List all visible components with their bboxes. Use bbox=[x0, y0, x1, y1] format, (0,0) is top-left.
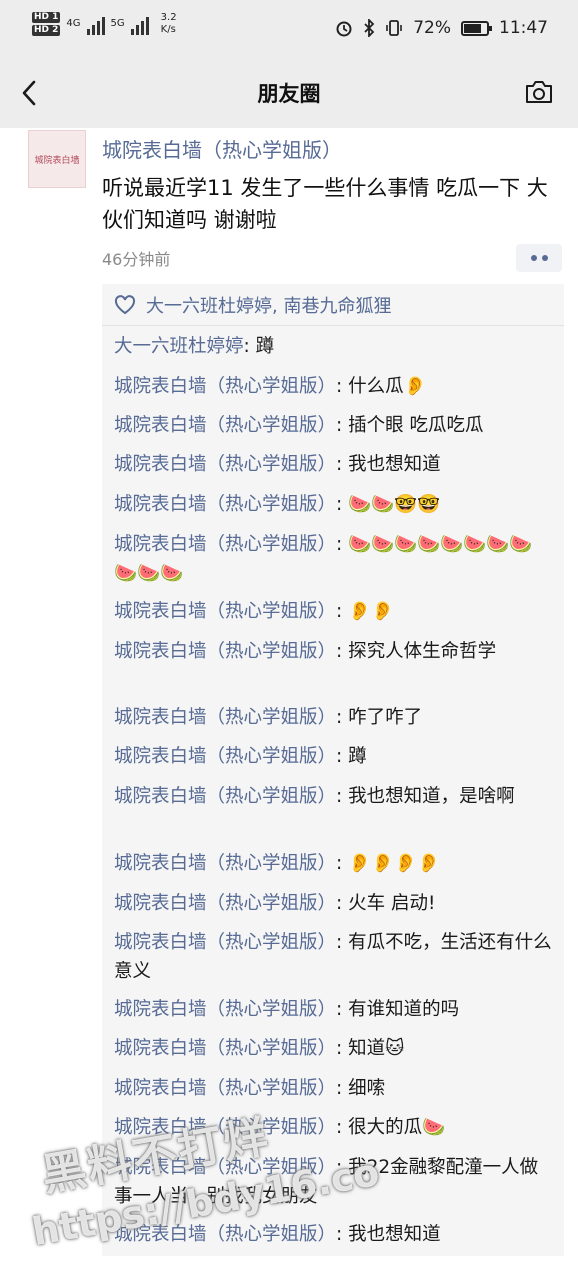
comment-text: 很大的瓜🍉 bbox=[348, 1117, 446, 1138]
comment-author[interactable]: 城院表白墙（热心学姐版） bbox=[114, 494, 336, 515]
post-text: 听说最近学11 发生了一些什么事情 吃瓜一下 大伙们知道吗 谢谢啦 bbox=[102, 176, 548, 232]
comment-text: 插个眼 吃瓜吃瓜 bbox=[348, 415, 484, 436]
nav-bar: 朋友圈 bbox=[0, 58, 578, 128]
comment-text: 火车 启动! bbox=[348, 893, 436, 914]
signal-icon-2 bbox=[130, 13, 149, 35]
bluetooth-icon bbox=[364, 19, 375, 37]
vibrate-icon bbox=[386, 20, 403, 36]
net2-label: 5G bbox=[110, 18, 125, 29]
comment-text: 蹲 bbox=[348, 746, 367, 767]
comment-author[interactable]: 城院表白墙（热心学姐版） bbox=[114, 641, 336, 662]
speed-value: 3.2 bbox=[160, 12, 177, 23]
comment-item[interactable]: 城院表白墙（热心学姐版）: 知道🐱 bbox=[114, 1034, 554, 1063]
comment-text: 我也想知道 bbox=[348, 1224, 441, 1245]
page-title: 朋友圈 bbox=[257, 82, 321, 106]
comment-text: 咋了咋了 bbox=[348, 707, 423, 728]
comment-item[interactable]: 城院表白墙（热心学姐版）: 探究人体生命哲学 bbox=[114, 637, 554, 666]
comment-item[interactable]: 城院表白墙（热心学姐版）: 蹲 bbox=[114, 742, 554, 771]
comment-item[interactable]: 城院表白墙（热心学姐版）: 什么瓜👂 bbox=[114, 372, 554, 401]
comment-item[interactable]: 城院表白墙（热心学姐版）: 有瓜不吃，生活还有什么意义 bbox=[114, 928, 554, 986]
clock: 11:47 bbox=[499, 18, 548, 38]
moments-page: 城院表白墙 城院表白墙（热心学姐版） 听说最近学11 发生了一些什么事情 吃瓜一… bbox=[0, 128, 578, 1280]
comment-text: 细嗦 bbox=[348, 1078, 386, 1099]
comment-author[interactable]: 城院表白墙（热心学姐版） bbox=[114, 376, 336, 397]
comment-text: 我也想知道 bbox=[348, 454, 441, 475]
comment-text: 什么瓜👂 bbox=[348, 376, 427, 397]
status-bar: HD 1 HD 2 4G 5G 3.2 K/s 72% 11:47 bbox=[0, 0, 578, 58]
status-left: HD 1 HD 2 4G 5G 3.2 K/s bbox=[32, 12, 177, 36]
comment-text: 有谁知道的吗 bbox=[348, 999, 460, 1020]
speed-readout: 3.2 K/s bbox=[161, 12, 177, 36]
alarm-icon bbox=[336, 21, 352, 37]
comment-item[interactable]: 大一六班杜婷婷: 蹲 bbox=[114, 332, 554, 361]
comment-item[interactable]: 城院表白墙（热心学姐版）: 插个眼 吃瓜吃瓜 bbox=[114, 411, 554, 440]
comment-text: 知道🐱 bbox=[348, 1038, 405, 1059]
comment-author[interactable]: 城院表白墙（热心学姐版） bbox=[114, 1038, 336, 1059]
more-actions-button[interactable] bbox=[516, 244, 562, 272]
comment-item[interactable]: 城院表白墙（热心学姐版）: 我也想知道，是啥啊 bbox=[114, 782, 554, 811]
battery-icon bbox=[461, 20, 492, 36]
avatar[interactable]: 城院表白墙 bbox=[28, 130, 86, 188]
hd1-label: HD 1 bbox=[32, 12, 61, 23]
comment-author[interactable]: 城院表白墙（热心学姐版） bbox=[114, 534, 336, 555]
comment-item[interactable]: 城院表白墙（热心学姐版）: 我也想知道 bbox=[114, 450, 554, 479]
comment-author[interactable]: 城院表白墙（热心学姐版） bbox=[114, 1078, 336, 1099]
comment-item[interactable]: 城院表白墙（热心学姐版）: 咋了咋了 bbox=[114, 703, 554, 732]
comment-author[interactable]: 大一六班杜婷婷 bbox=[114, 336, 244, 357]
comment-author[interactable]: 城院表白墙（热心学姐版） bbox=[114, 601, 336, 622]
comment-author[interactable]: 城院表白墙（热心学姐版） bbox=[114, 454, 336, 475]
battery-percent: 72% bbox=[413, 18, 451, 38]
comment-item[interactable]: 城院表白墙（热心学姐版）: 👂👂👂👂 bbox=[114, 849, 554, 878]
avatar-logo-text: 城院表白墙 bbox=[34, 155, 80, 166]
comment-item[interactable]: 城院表白墙（热心学姐版）: 有谁知道的吗 bbox=[114, 995, 554, 1024]
signal-icon-1 bbox=[86, 13, 105, 35]
comments-panel: 大一六班杜婷婷, 南巷九命狐狸 大一六班杜婷婷: 蹲 城院表白墙（热心学姐版）:… bbox=[102, 284, 564, 1256]
hd-indicators: HD 1 HD 2 bbox=[32, 12, 61, 36]
comment-author[interactable]: 城院表白墙（热心学姐版） bbox=[114, 707, 336, 728]
poster-name[interactable]: 城院表白墙（热心学姐版） bbox=[102, 134, 342, 163]
comment-author[interactable]: 城院表白墙（热心学姐版） bbox=[114, 853, 336, 874]
heart-icon bbox=[114, 294, 136, 314]
comment-text: 探究人体生命哲学 bbox=[348, 641, 497, 662]
likes-row: 大一六班杜婷婷, 南巷九命狐狸 bbox=[102, 284, 564, 326]
comment-author[interactable]: 城院表白墙（热心学姐版） bbox=[114, 893, 336, 914]
comment-author[interactable]: 城院表白墙（热心学姐版） bbox=[114, 415, 336, 436]
post-time: 46分钟前 bbox=[102, 250, 171, 269]
comment-author[interactable]: 城院表白墙（热心学姐版） bbox=[114, 786, 336, 807]
comment-text: 我也想知道，是啥啊 bbox=[348, 786, 515, 807]
comment-item[interactable]: 城院表白墙（热心学姐版）: 细嗦 bbox=[114, 1074, 554, 1103]
comment-text: 👂👂 bbox=[348, 601, 395, 622]
net1-label: 4G bbox=[66, 18, 81, 29]
hd2-label: HD 2 bbox=[32, 25, 61, 36]
comment-author[interactable]: 城院表白墙（热心学姐版） bbox=[114, 999, 336, 1020]
comment-item[interactable]: 城院表白墙（热心学姐版）: 🍉🍉🍉🍉🍉🍉🍉🍉🍉🍉🍉 bbox=[114, 530, 554, 588]
comment-text: 蹲 bbox=[255, 336, 275, 357]
comment-item[interactable]: 城院表白墙（热心学姐版）: 👂👂 bbox=[114, 597, 554, 626]
comment-author[interactable]: 城院表白墙（热心学姐版） bbox=[114, 932, 336, 953]
comment-text: 👂👂👂👂 bbox=[348, 853, 441, 874]
more-dot-icon bbox=[541, 255, 548, 261]
status-right: 72% 11:47 bbox=[335, 18, 548, 38]
comment-item[interactable]: 城院表白墙（热心学姐版）: 🍉🍉🤓🤓 bbox=[114, 490, 554, 519]
comment-item[interactable]: 城院表白墙（热心学姐版）: 火车 启动! bbox=[114, 889, 554, 918]
likes-names[interactable]: 大一六班杜婷婷, 南巷九命狐狸 bbox=[146, 292, 391, 318]
camera-icon[interactable] bbox=[524, 79, 554, 105]
comment-text: 🍉🍉🤓🤓 bbox=[348, 494, 441, 515]
more-dot-icon bbox=[530, 255, 537, 261]
speed-unit: K/s bbox=[160, 24, 176, 35]
comment-author[interactable]: 城院表白墙（热心学姐版） bbox=[114, 746, 336, 767]
